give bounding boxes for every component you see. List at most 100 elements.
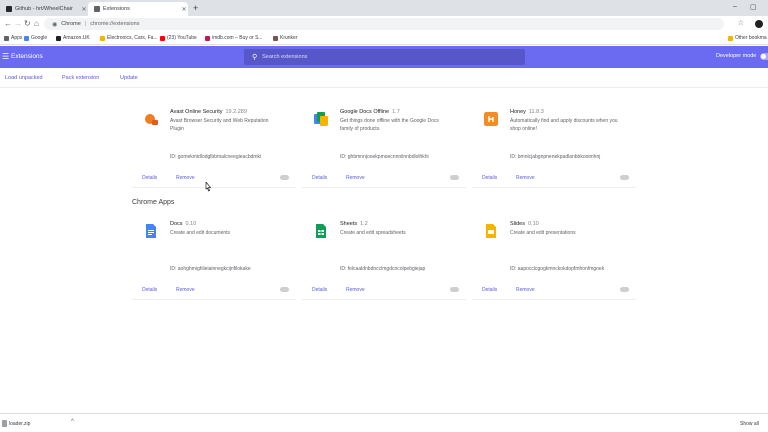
new-tab-button[interactable]: + <box>193 3 198 13</box>
honey-icon <box>484 112 498 126</box>
sheets-icon <box>316 224 326 238</box>
extension-version: 11.8.3 <box>528 109 544 115</box>
extension-id: ID: gomekmidlodglbbmalcneegieacbdmki <box>170 154 262 160</box>
page-title: Extensions <box>11 53 43 60</box>
youtube-icon <box>160 35 165 41</box>
site-info-icon[interactable]: ◉ <box>52 21 57 28</box>
search-placeholder: Search extensions <box>262 54 308 60</box>
search-icon: ⚲ <box>252 54 258 61</box>
bookmark-imdb[interactable]: imdb.com – Buy or S... <box>205 35 263 41</box>
details-button[interactable]: Details <box>312 175 327 181</box>
enable-toggle[interactable] <box>620 175 629 180</box>
avast-icon <box>145 114 158 125</box>
app-description: Create and edit spreadsheets <box>340 230 406 236</box>
card-divider <box>132 187 296 188</box>
show-all-downloads-link[interactable]: Show all <box>740 421 759 427</box>
ebay-icon <box>100 35 105 41</box>
chrome-apps-heading: Chrome Apps <box>132 199 175 206</box>
menu-icon[interactable]: ☰ <box>2 53 9 61</box>
remove-button[interactable]: Remove <box>346 287 365 293</box>
details-button[interactable]: Details <box>482 287 497 293</box>
extension-id: ID: ghbmnnjooekpmoecnnnilnnbdlolhkhi <box>340 154 429 160</box>
extension-version: 19.2.289 <box>225 109 247 115</box>
extension-name: Google Docs Offline <box>340 109 390 115</box>
bookmark-star-icon[interactable]: ☆ <box>738 19 744 27</box>
search-input[interactable]: ⚲ Search extensions <box>244 49 525 65</box>
enable-toggle[interactable] <box>450 175 459 180</box>
bookmark-other[interactable]: Other bookma <box>728 35 767 41</box>
app-name: Docs <box>170 221 183 227</box>
browser-toolbar: ← → ↻ ⌂ ◉ Chrome | chrome://extensions ☆ <box>0 16 768 33</box>
slides-icon <box>486 224 496 238</box>
address-bar[interactable]: ◉ Chrome | chrome://extensions <box>44 18 724 30</box>
file-zip-icon <box>2 420 7 427</box>
pack-extension-button[interactable]: Pack extension <box>62 75 99 81</box>
extensions-favicon-icon <box>94 6 100 12</box>
developer-mode-toggle[interactable] <box>760 53 768 60</box>
profile-avatar[interactable] <box>755 20 763 28</box>
bookmark-amazon[interactable]: Amazon.UK <box>56 35 90 41</box>
enable-toggle[interactable] <box>620 287 629 292</box>
extension-description: Avast Browser Security and Web Reputatio… <box>170 118 269 132</box>
bookmark-google[interactable]: Google <box>24 35 47 41</box>
app-description: Create and edit documents <box>170 230 231 236</box>
close-tab-icon[interactable]: ✕ <box>80 6 88 13</box>
extension-name-line: Honey 11.8.3 <box>510 109 544 115</box>
tab-extensions[interactable]: Extensions ✕ <box>88 2 188 16</box>
details-button[interactable]: Details <box>312 287 327 293</box>
bookmark-apps[interactable]: Apps <box>4 35 22 41</box>
minimize-button[interactable]: – <box>733 3 737 10</box>
bookmark-youtube[interactable]: (23) YouTube <box>160 35 197 41</box>
app-card-docs: Docs 0.10 Create and edit documents ID: a… <box>132 220 296 308</box>
remove-button[interactable]: Remove <box>346 175 365 181</box>
close-tab-icon[interactable]: ✕ <box>180 6 188 13</box>
developer-mode-label: Developer mode <box>716 53 757 59</box>
enable-toggle[interactable] <box>280 287 289 292</box>
extension-name-line: Avast Online Security 19.2.289 <box>170 109 247 115</box>
load-unpacked-button[interactable]: Load unpacked <box>5 75 43 81</box>
reload-icon[interactable]: ↻ <box>24 19 31 29</box>
app-version: 0.10 <box>185 221 197 227</box>
maximize-button[interactable]: ▢ <box>750 3 757 11</box>
app-card-slides: Slides 0.10 Create and edit presentations… <box>472 220 636 308</box>
remove-button[interactable]: Remove <box>516 287 535 293</box>
remove-button[interactable]: Remove <box>516 175 535 181</box>
bookmark-ebay[interactable]: Electronics, Cars, Fa... <box>100 35 158 41</box>
details-button[interactable]: Details <box>142 175 157 181</box>
bookmark-label: (23) YouTube <box>167 35 197 41</box>
bookmark-label: imdb.com – Buy or S... <box>212 35 263 41</box>
extension-id: ID: bmnlcjabgnpnenekpadlanbbkooimhnj <box>510 154 601 160</box>
developer-actions-bar: Load unpacked Pack extension Update <box>0 68 768 88</box>
enable-toggle[interactable] <box>450 287 459 292</box>
bookmark-label: Google <box>31 35 48 41</box>
bookmark-label: Electronics, Cars, Fa... <box>107 35 158 41</box>
details-button[interactable]: Details <box>142 287 157 293</box>
extension-name: Honey <box>510 109 526 115</box>
update-button[interactable]: Update <box>120 75 138 81</box>
bookmark-label: Other bookma <box>735 35 767 41</box>
download-filename[interactable]: loader.zip <box>9 421 30 427</box>
enable-toggle[interactable] <box>280 175 289 180</box>
home-icon[interactable]: ⌂ <box>34 19 39 29</box>
bookmark-label: Apps <box>11 35 23 41</box>
google-docs-offline-icon <box>314 112 328 126</box>
forward-icon[interactable]: → <box>14 19 22 29</box>
remove-button[interactable]: Remove <box>176 175 195 181</box>
app-id: ID: aohghmighlieiainnegkcijnfilokake <box>170 266 251 272</box>
app-description: Create and edit presentations <box>510 230 576 236</box>
url-text: chrome://extensions <box>90 21 140 27</box>
tab-title: Extensions <box>103 6 130 12</box>
remove-button[interactable]: Remove <box>176 287 195 293</box>
back-icon[interactable]: ← <box>4 19 12 29</box>
tab-github[interactable]: Github - hrt/WheelChair ✕ <box>0 2 88 16</box>
bookmark-label: Krunker <box>280 35 298 41</box>
details-button[interactable]: Details <box>482 175 497 181</box>
download-options-caret-icon[interactable]: ^ <box>71 419 74 425</box>
scheme-label: Chrome <box>61 21 81 27</box>
google-icon <box>24 35 29 41</box>
app-id: ID: felcaaldnbdncclmgdcncolpebgiejap <box>340 266 426 272</box>
bookmark-krunker[interactable]: Krunker <box>273 35 298 41</box>
card-divider <box>302 299 466 300</box>
extension-card-avast: Avast Online Security 19.2.289 Avast Brow… <box>132 108 296 196</box>
mouse-cursor-icon <box>205 182 212 192</box>
